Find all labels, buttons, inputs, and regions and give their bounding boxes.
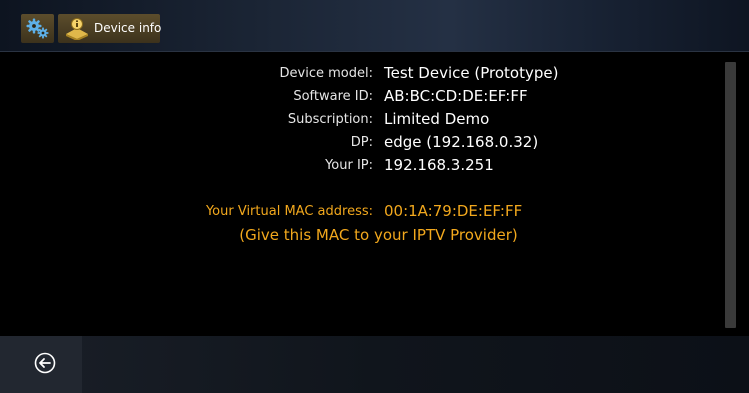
subscription-value: Limited Demo <box>384 110 490 128</box>
device-model-label: Device model: <box>279 66 373 81</box>
dp-row: DP: edge (192.168.0.32) <box>0 131 749 155</box>
settings-button[interactable] <box>21 14 54 43</box>
subscription-row: Subscription: Limited Demo <box>0 108 749 132</box>
device-model-value: Test Device (Prototype) <box>384 64 559 82</box>
device-info-button[interactable]: Device info <box>58 14 162 43</box>
dp-value: edge (192.168.0.32) <box>384 133 539 151</box>
your-ip-label: Your IP: <box>325 158 373 173</box>
gears-icon <box>26 18 49 39</box>
dp-label: DP: <box>350 135 373 150</box>
virtual-mac-row: Your Virtual MAC address: 00:1A:79:DE:EF… <box>0 200 749 224</box>
scrollbar[interactable] <box>725 62 736 328</box>
virtual-mac-label: Your Virtual MAC address: <box>205 204 373 219</box>
your-ip-row: Your IP: 192.168.3.251 <box>0 154 749 178</box>
software-id-label: Software ID: <box>293 89 373 104</box>
top-toolbar: Device info <box>0 0 749 52</box>
bottom-bar <box>0 336 749 393</box>
your-ip-value: 192.168.3.251 <box>384 156 494 174</box>
device-model-row: Device model: Test Device (Prototype) <box>0 62 749 86</box>
mac-note: (Give this MAC to your IPTV Provider) <box>239 226 518 244</box>
device-info-icon <box>66 18 88 40</box>
subscription-label: Subscription: <box>287 112 373 127</box>
device-info-label: Device info <box>94 21 162 35</box>
back-arrow-icon[interactable] <box>34 352 56 374</box>
software-id-row: Software ID: AB:BC:CD:DE:EF:FF <box>0 85 749 109</box>
back-panel <box>0 336 82 393</box>
virtual-mac-value: 00:1A:79:DE:EF:FF <box>384 202 523 220</box>
software-id-value: AB:BC:CD:DE:EF:FF <box>384 87 528 105</box>
